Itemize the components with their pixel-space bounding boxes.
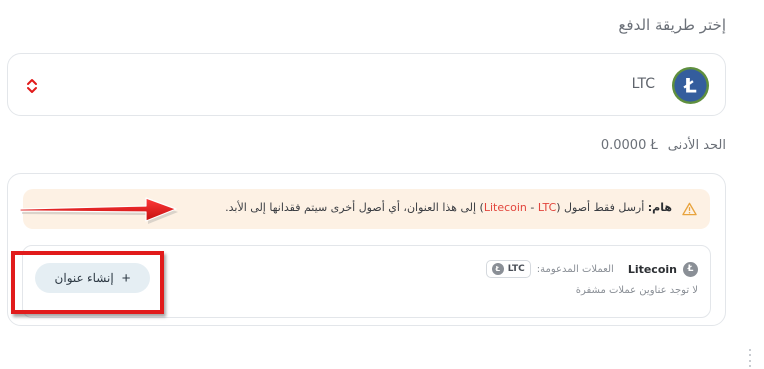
warning-text-before: أرسل فقط أصول ( — [556, 201, 648, 214]
warning-message: هام: أرسل فقط أصول ( Litecoin - LTC ) إلى … — [225, 201, 672, 214]
supported-currencies-label: العملات المدعومة: — [536, 263, 614, 275]
minimum-value: 0.0000 Ł — [600, 138, 658, 153]
selected-coin-code: LTC — [631, 76, 655, 92]
currency-select[interactable]: Ł LTC — [7, 53, 726, 116]
section-title: إختر طريقة الدفع — [618, 16, 726, 34]
chip-code: LTC — [507, 264, 525, 274]
warning-dash: - — [526, 201, 538, 214]
warning-bold: هام: — [647, 201, 672, 214]
litecoin-small-icon: Ł — [683, 261, 698, 277]
warning-triangle-icon — [682, 202, 697, 216]
warning-coin-full: Litecoin — [483, 201, 527, 214]
ltc-chip: Ł LTC — [485, 260, 531, 278]
payment-method-page: إختر طريقة الدفع Ł LTC الحد الأدنى 0.0000… — [0, 0, 764, 369]
warning-coin-code: LTC — [537, 201, 557, 214]
litecoin-logo-icon: Ł — [671, 66, 710, 105]
litecoin-chip-icon: Ł — [491, 263, 504, 275]
resize-handle — [746, 349, 754, 367]
empty-addresses-text: لا توجد عناوين عملات مشفرة — [575, 285, 698, 296]
coin-info-row: Ł Litecoin العملات المدعومة: Ł LTC — [485, 260, 698, 278]
minimum-amount: الحد الأدنى 0.0000 Ł — [601, 138, 726, 153]
svg-text:Ł: Ł — [683, 74, 697, 97]
annotation-highlight-box — [11, 251, 164, 314]
coin-name: Litecoin — [627, 262, 677, 276]
annotation-arrow — [19, 197, 178, 224]
warning-text-after: ) إلى هذا العنوان، أي أصول أخرى سيتم فقد… — [225, 201, 484, 214]
minimum-label: الحد الأدنى — [667, 138, 726, 153]
chevron-updown-icon[interactable] — [25, 76, 39, 96]
